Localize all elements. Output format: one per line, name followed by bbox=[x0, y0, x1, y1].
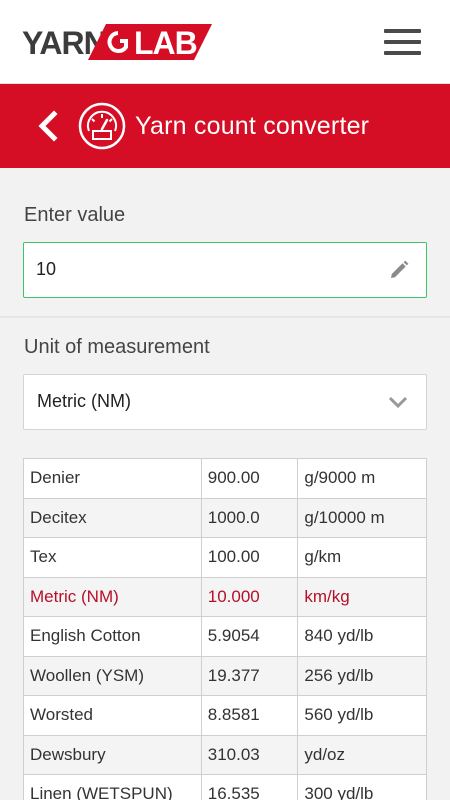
unit-cell: g/km bbox=[297, 537, 427, 578]
hamburger-menu-icon[interactable] bbox=[384, 29, 422, 57]
unit-name-cell: Decitex bbox=[23, 497, 202, 538]
unit-cell: 840 yd/lb bbox=[297, 616, 427, 657]
unit-select-value: Metric (NM) bbox=[37, 391, 131, 411]
unit-name-cell: English Cotton bbox=[23, 616, 202, 657]
back-chevron-icon[interactable] bbox=[36, 110, 60, 142]
section-divider bbox=[0, 316, 450, 318]
chevron-down-icon bbox=[388, 395, 408, 409]
value-cell: 16.535 bbox=[200, 774, 299, 800]
value-cell: 100.00 bbox=[200, 537, 299, 578]
table-row: Decitex 1000.0 g/10000 m bbox=[23, 497, 427, 538]
page-title: Yarn count converter bbox=[135, 112, 370, 140]
unit-cell: 256 yd/lb bbox=[297, 655, 427, 696]
unit-cell: km/kg bbox=[297, 576, 427, 617]
unit-name-cell: Linen (WETSPUN) bbox=[23, 774, 202, 800]
value-cell: 1000.0 bbox=[200, 497, 299, 538]
gauge-icon bbox=[78, 102, 126, 150]
value-input[interactable] bbox=[36, 243, 376, 296]
value-cell: 310.03 bbox=[200, 734, 299, 775]
table-row-selected: Metric (NM) 10.000 km/kg bbox=[23, 576, 427, 617]
table-row: Tex 100.00 g/km bbox=[23, 537, 427, 578]
unit-cell: 560 yd/lb bbox=[297, 695, 427, 736]
table-row: English Cotton 5.9054 840 yd/lb bbox=[23, 616, 427, 657]
value-cell: 19.377 bbox=[200, 655, 299, 696]
table-row: Linen (WETSPUN) 16.535 300 yd/lb bbox=[23, 774, 427, 800]
unit-name-cell: Woollen (YSM) bbox=[23, 655, 202, 696]
conversion-table: Denier 900.00 g/9000 m Decitex 1000.0 g/1000… bbox=[23, 458, 427, 800]
unit-name-cell: Tex bbox=[23, 537, 202, 578]
unit-name-cell: Dewsbury bbox=[23, 734, 202, 775]
table-row: Woollen (YSM) 19.377 256 yd/lb bbox=[23, 655, 427, 696]
value-cell: 8.8581 bbox=[200, 695, 299, 736]
value-cell: 5.9054 bbox=[200, 616, 299, 657]
table-row: Denier 900.00 g/9000 m bbox=[23, 458, 427, 499]
unit-name-cell: Denier bbox=[23, 458, 202, 499]
unit-cell: g/10000 m bbox=[297, 497, 427, 538]
top-app-bar: YARN LAB bbox=[0, 0, 450, 84]
unit-name-cell: Metric (NM) bbox=[23, 576, 202, 617]
unit-name-cell: Worsted bbox=[23, 695, 202, 736]
table-row: Dewsbury 310.03 yd/oz bbox=[23, 734, 427, 775]
unit-cell: 300 yd/lb bbox=[297, 774, 427, 800]
unit-cell: g/9000 m bbox=[297, 458, 427, 499]
unit-label: Unit of measurement bbox=[24, 336, 210, 358]
enter-value-label: Enter value bbox=[24, 204, 126, 226]
svg-text:LAB: LAB bbox=[134, 25, 197, 61]
table-row: Worsted 8.8581 560 yd/lb bbox=[23, 695, 427, 736]
page-header: Yarn count converter bbox=[0, 84, 450, 168]
value-field[interactable] bbox=[23, 242, 427, 298]
unit-cell: yd/oz bbox=[297, 734, 427, 775]
pencil-icon bbox=[388, 259, 410, 281]
value-cell: 10.000 bbox=[200, 576, 299, 617]
yarnlab-logo[interactable]: YARN LAB bbox=[22, 22, 212, 62]
unit-select[interactable]: Metric (NM) bbox=[23, 374, 427, 430]
value-cell: 900.00 bbox=[200, 458, 299, 499]
